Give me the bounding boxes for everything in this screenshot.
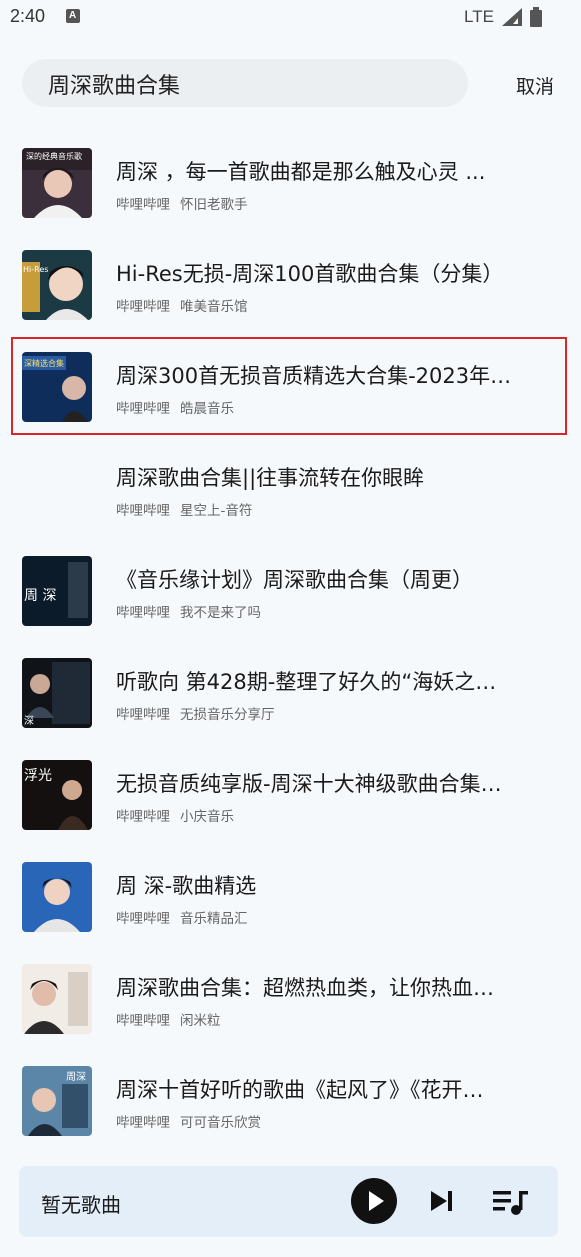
status-time: 2:40 (10, 6, 46, 26)
svg-text:Hi-Res: Hi-Res (23, 265, 48, 274)
item-source: 哔哩哔哩 (116, 1115, 170, 1131)
svg-text:深的经典音乐歌: 深的经典音乐歌 (26, 151, 82, 161)
item-source: 哔哩哔哩 (116, 1013, 170, 1029)
svg-text:周深: 周深 (66, 1071, 86, 1083)
item-title: 听歌向 第428期-整理了好久的“海妖之… (116, 670, 497, 694)
item-source: 哔哩哔哩 (116, 299, 170, 315)
signal-icon (502, 8, 522, 26)
list-item[interactable]: 深 听歌向 第428期-整理了好久的“海妖之… 哔哩哔哩 无损音乐分享厅 (0, 638, 581, 740)
thumbnail (22, 964, 92, 1034)
thumbnail (22, 862, 92, 932)
item-author: 怀旧老歌手 (180, 197, 248, 213)
playlist-icon[interactable] (493, 1188, 529, 1216)
item-author: 我不是来了吗 (180, 605, 261, 621)
network-type: LTE (464, 7, 494, 26)
svg-text:浮光: 浮光 (24, 768, 52, 784)
item-author: 可可音乐欣赏 (180, 1115, 261, 1131)
thumbnail: Hi-Res (22, 250, 92, 320)
item-title: 《音乐缘计划》周深歌曲合集（周更） (116, 568, 473, 592)
list-item[interactable]: 周 深-歌曲精选 哔哩哔哩 音乐精品汇 (0, 842, 581, 944)
item-author: 闲米粒 (180, 1013, 221, 1029)
item-author: 小庆音乐 (180, 809, 234, 825)
item-source: 哔哩哔哩 (116, 503, 170, 519)
item-meta: 哔哩哔哩 星空上-音符 (116, 499, 252, 519)
item-author: 音乐精品汇 (180, 911, 248, 927)
thumbnail: 浮光 (22, 760, 92, 830)
item-title: 周深歌曲合集||往事流转在你眼眸 (116, 466, 425, 490)
item-source: 哔哩哔哩 (116, 605, 170, 621)
selected-item-highlight (11, 337, 567, 435)
item-source: 哔哩哔哩 (116, 197, 170, 213)
item-source: 哔哩哔哩 (116, 707, 170, 723)
thumbnail: 周 深 (22, 556, 92, 626)
list-item[interactable]: 浮光 无损音质纯享版-周深十大神级歌曲合集… 哔哩哔哩 小庆音乐 (0, 740, 581, 842)
notification-a-icon: A (66, 9, 80, 23)
svg-text:周 深: 周 深 (24, 588, 56, 604)
item-title: 周深 ，每一首歌曲都是那么触及心灵 ... (116, 160, 486, 184)
item-meta: 哔哩哔哩 音乐精品汇 (116, 907, 248, 927)
thumbnail: 深 (22, 658, 92, 728)
item-title: 周深歌曲合集：超燃热血类，让你热血… (116, 976, 494, 1000)
item-meta: 哔哩哔哩 唯美音乐馆 (116, 295, 248, 315)
next-track-icon[interactable] (429, 1189, 455, 1213)
item-title: 周 深-歌曲精选 (116, 874, 257, 898)
item-title: 无损音质纯享版-周深十大神级歌曲合集… (116, 772, 502, 796)
item-meta: 哔哩哔哩 小庆音乐 (116, 805, 234, 825)
search-input[interactable]: 周深歌曲合集 (22, 59, 468, 107)
list-item[interactable]: 周深 周深十首好听的歌曲《起风了》《花开… 哔哩哔哩 可可音乐欣赏 (0, 1046, 581, 1148)
list-item[interactable]: Hi-Res Hi-Res无损-周深100首歌曲合集（分集） 哔哩哔哩 唯美音乐馆 (0, 230, 581, 332)
item-meta: 哔哩哔哩 闲米粒 (116, 1009, 221, 1029)
item-meta: 哔哩哔哩 怀旧老歌手 (116, 193, 248, 213)
play-button[interactable] (351, 1178, 397, 1224)
svg-text:深: 深 (24, 715, 34, 727)
search-query[interactable]: 周深歌曲合集 (48, 68, 180, 100)
item-author: 无损音乐分享厅 (180, 707, 275, 723)
item-source: 哔哩哔哩 (116, 911, 170, 927)
list-item[interactable]: 深的经典音乐歌 周深 ，每一首歌曲都是那么触及心灵 ... 哔哩哔哩 怀旧老歌手 (0, 128, 581, 230)
now-playing-text: 暂无歌曲 (41, 1193, 121, 1217)
thumbnail: 周深 (22, 1066, 92, 1136)
mini-player[interactable]: 暂无歌曲 (19, 1166, 558, 1237)
item-title: 周深十首好听的歌曲《起风了》《花开… (116, 1078, 484, 1102)
item-meta: 哔哩哔哩 可可音乐欣赏 (116, 1111, 261, 1131)
list-item[interactable]: 周深歌曲合集||往事流转在你眼眸 哔哩哔哩 星空上-音符 (0, 434, 581, 536)
item-author: 星空上-音符 (180, 503, 253, 519)
item-title: Hi-Res无损-周深100首歌曲合集（分集） (116, 262, 504, 286)
battery-icon (530, 7, 542, 27)
item-meta: 哔哩哔哩 无损音乐分享厅 (116, 703, 275, 723)
list-item[interactable]: 周 深 《音乐缘计划》周深歌曲合集（周更） 哔哩哔哩 我不是来了吗 (0, 536, 581, 638)
status-bar: 2:40 A LTE (0, 0, 581, 36)
item-source: 哔哩哔哩 (116, 809, 170, 825)
item-meta: 哔哩哔哩 我不是来了吗 (116, 601, 261, 621)
item-author: 唯美音乐馆 (180, 299, 248, 315)
cancel-button[interactable]: 取消 (516, 72, 554, 99)
thumbnail: 深的经典音乐歌 (22, 148, 92, 218)
list-item[interactable]: 周深歌曲合集：超燃热血类，让你热血… 哔哩哔哩 闲米粒 (0, 944, 581, 1046)
